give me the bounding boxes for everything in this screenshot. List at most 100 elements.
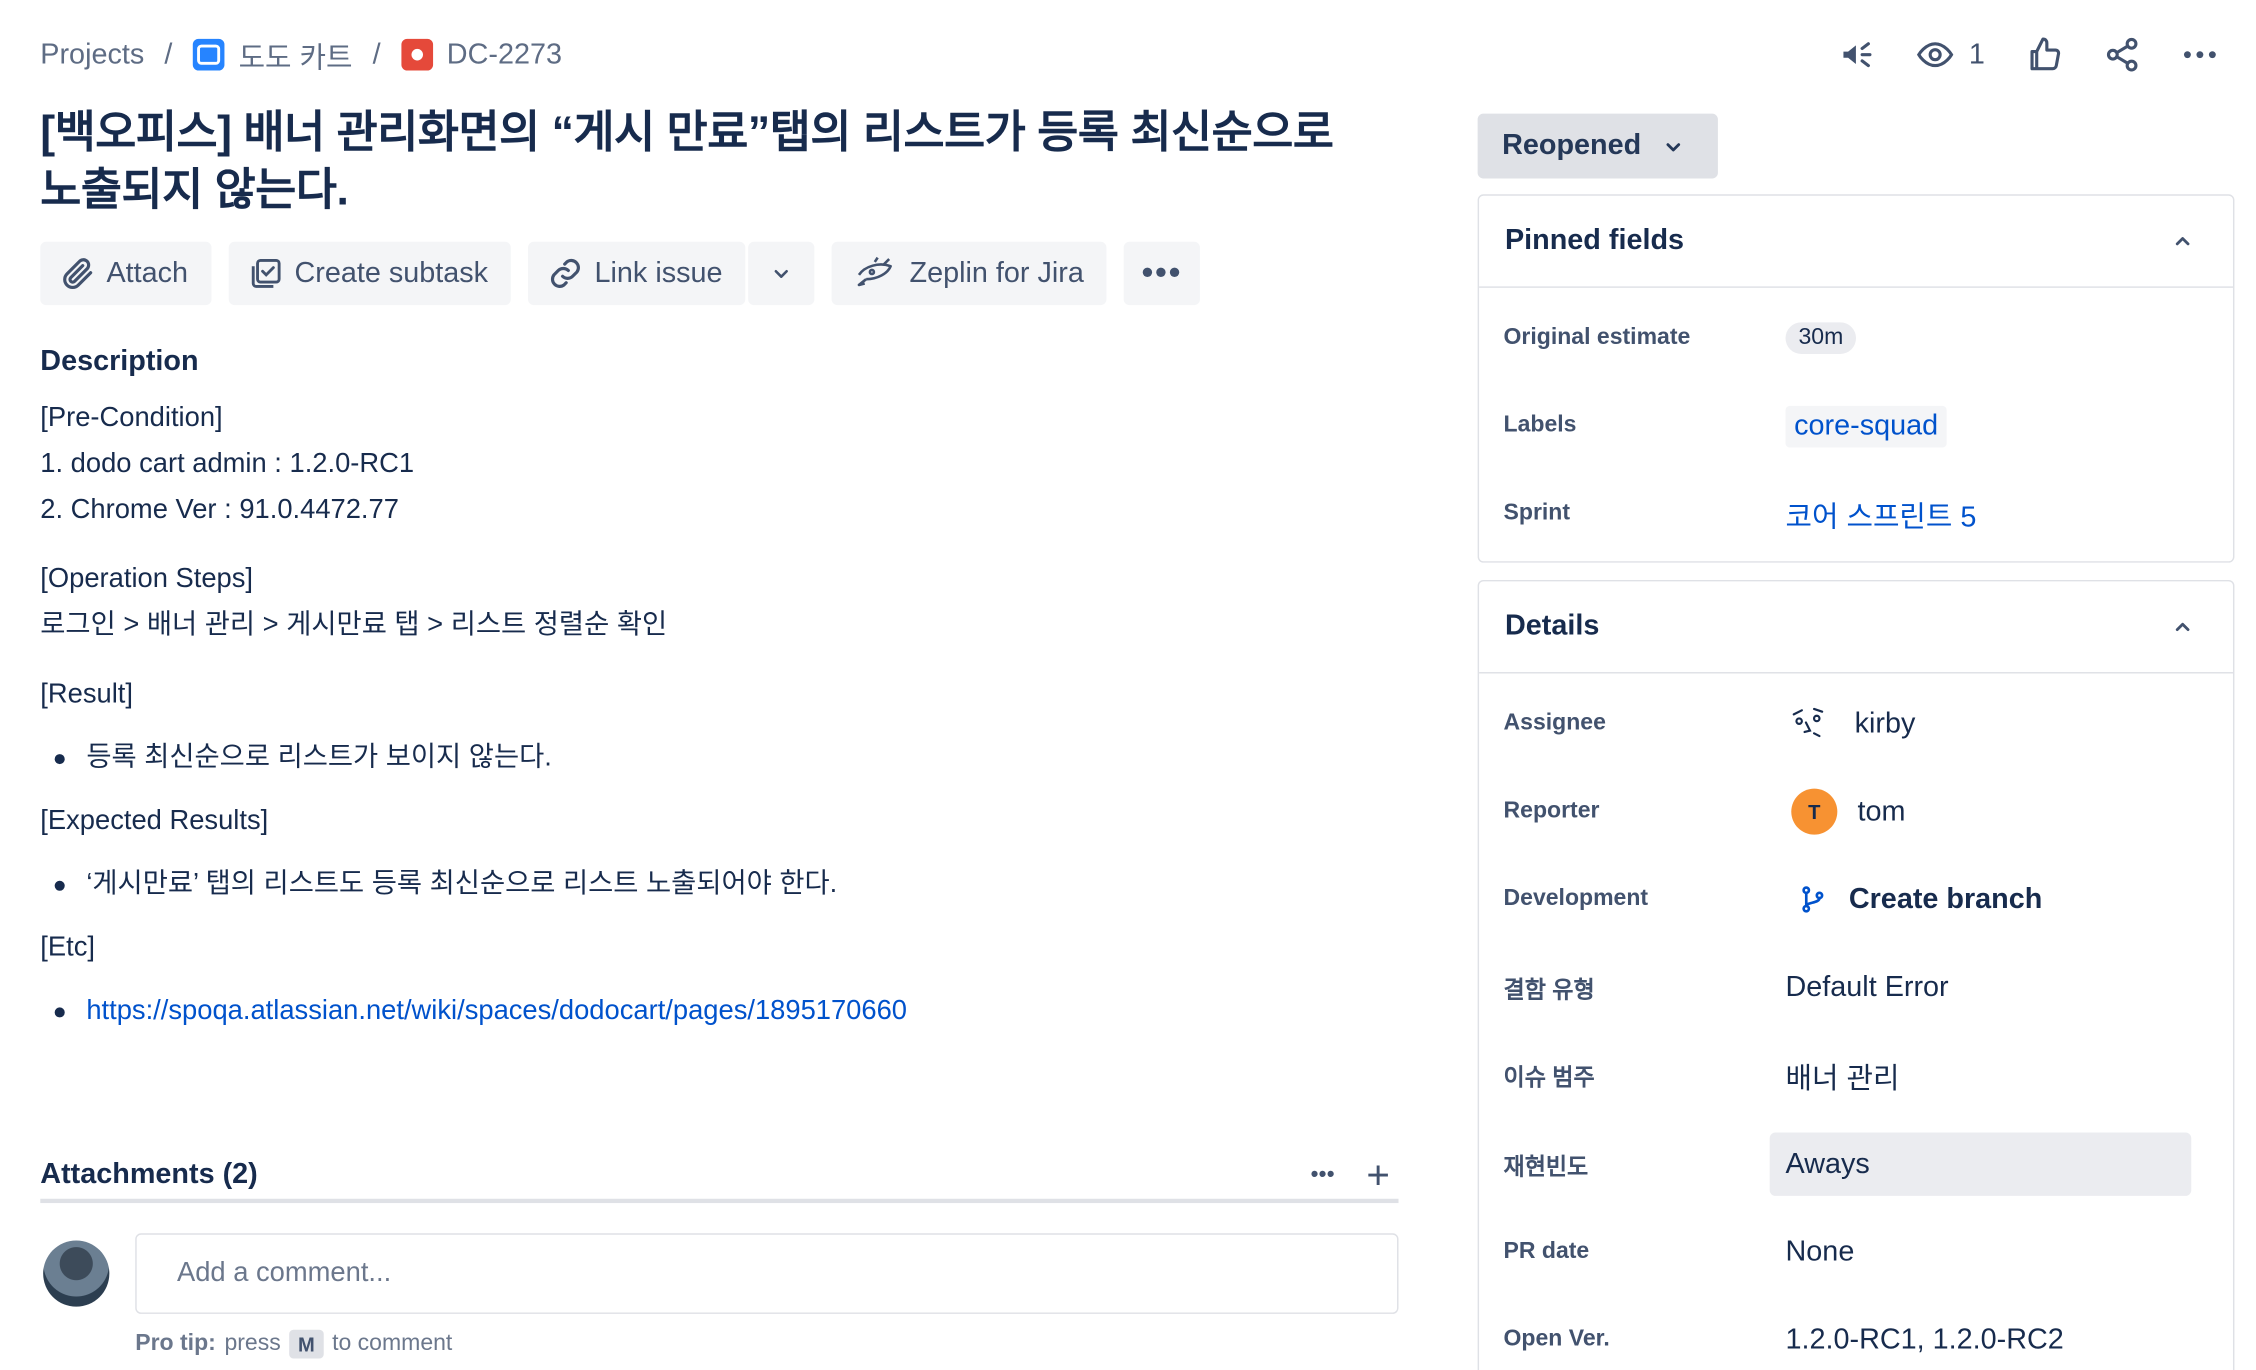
issue-title[interactable]: [백오피스] 배너 관리화면의 “게시 만료”탭의 리스트가 등록 최신순으로 … [40,104,1378,219]
status-label: Reopened [1502,129,1642,162]
pre-condition-line-2: 2. Chrome Ver : 91.0.4472.77 [40,495,399,526]
pinned-fields-header[interactable]: Pinned fields [1479,196,2233,288]
field-label: Sprint [1503,500,1571,526]
field-pr-date: PR date None [1504,1220,2209,1283]
attachments-actions: ••• + [1310,1152,1389,1198]
details-heading: Details [1504,610,1600,642]
pro-tip: Pro tip: press M to comment [135,1329,453,1359]
link-icon [551,258,581,288]
description-section: Description [Pre-Condition] 1. dodo cart… [40,345,1392,1052]
operation-steps-text: 로그인 > 배너 관리 > 게시만료 탭 > 리스트 정렬순 확인 [40,610,668,641]
toolbar-more-button[interactable]: ••• [1124,241,1200,306]
vote-button[interactable] [2006,29,2084,81]
feedback-button[interactable] [1819,29,1897,81]
field-label: Labels [1503,413,1577,438]
create-branch-link[interactable]: Create branch [1786,883,2042,916]
share-button[interactable] [2083,29,2161,81]
reporter-value[interactable]: T tom [1786,788,1906,835]
comment-input[interactable]: Add a comment... [135,1233,1399,1314]
pro-tip-press: press [224,1331,281,1356]
thumbs-up-icon [2030,37,2061,71]
result-heading: [Result] [40,679,133,710]
etc-heading: [Etc] [40,932,95,963]
subtask-icon [251,259,281,288]
attachments-add-button[interactable]: + [1366,1152,1390,1198]
branch-icon [1802,886,1824,913]
chevron-down-icon [774,269,789,278]
sprint-link[interactable]: 코어 스프린트 5 [1786,493,1977,535]
watch-button[interactable]: 1 [1896,29,2005,81]
chevron-up-icon [2175,236,2190,245]
field-label: Original estimate [1503,325,1691,350]
operation-steps-heading: [Operation Steps] [40,564,254,595]
pro-tip-label: Pro tip: [135,1331,216,1356]
pro-tip-suffix: to comment [332,1331,453,1356]
field-defect-type: 결함 유형 Default Error [1504,956,2209,1019]
label-chip[interactable]: core-squad [1785,405,1947,447]
create-subtask-button[interactable]: Create subtask [228,241,512,306]
field-issue-category: 이슈 범주 배너 관리 [1504,1043,2209,1106]
field-sprint: Sprint 코어 스프린트 5 [1504,482,2209,545]
result-list: 등록 최신순으로 리스트가 보이지 않는다. [40,738,1392,778]
field-open-ver: Open Ver. 1.2.0-RC1, 1.2.0-RC2 [1504,1308,2209,1370]
field-label: Reporter [1503,798,1600,824]
breadcrumb-separator: / [164,38,173,70]
attachments-more-button[interactable]: ••• [1310,1162,1334,1188]
create-subtask-label: Create subtask [294,256,489,289]
breadcrumb-project[interactable]: 도도 카트 [239,34,353,76]
reporter-name: tom [1857,795,1906,827]
field-label: 이슈 범주 [1503,1066,1595,1091]
project-icon [192,38,225,71]
result-item: 등록 최신순으로 리스트가 보이지 않는다. [54,738,1393,778]
link-issue-dropdown[interactable] [748,241,815,306]
paperclip-icon [63,258,93,289]
expected-results-heading: [Expected Results] [40,805,269,837]
etc-list: https://spoqa.atlassian.net/wiki/spaces/… [40,992,1392,1032]
link-issue-label: Link issue [594,256,723,289]
etc-item: https://spoqa.atlassian.net/wiki/spaces/… [54,992,1393,1032]
field-label: Open Ver. [1503,1326,1610,1352]
status-dropdown[interactable]: Reopened [1477,113,1718,179]
description-heading: Description [40,345,199,378]
breadcrumb-issue-key[interactable]: DC-2273 [447,38,562,71]
field-labels: Labels core-squad [1504,394,2209,457]
pre-condition-heading: [Pre-Condition] [40,402,223,434]
breadcrumb: Projects / 도도 카트 / DC-2273 [40,35,562,75]
pr-date-value[interactable]: None [1786,1235,1855,1268]
field-label: Assignee [1503,710,1606,736]
field-label: PR date [1503,1239,1590,1264]
chevron-down-icon [1666,142,1681,151]
open-ver-value[interactable]: 1.2.0-RC1, 1.2.0-RC2 [1786,1323,2064,1356]
link-issue-button[interactable]: Link issue [528,241,746,306]
issue-category-value[interactable]: 배너 관리 [1786,1054,1900,1096]
attach-label: Attach [106,256,189,289]
doodle-face-icon [1792,707,1824,738]
field-assignee: Assignee kirby [1504,692,2209,755]
attachments-header: Attachments (2) ••• + [40,1151,1399,1204]
field-label: 재현빈도 [1503,1155,1589,1181]
issue-actions: 1 [1819,29,2239,81]
pinned-fields-heading: Pinned fields [1504,224,1685,257]
eye-icon [1917,42,1954,68]
attachments-label[interactable]: Attachments (2) [40,1158,257,1191]
breadcrumb-projects[interactable]: Projects [40,38,144,71]
current-user-avatar [43,1240,110,1307]
confluence-link[interactable]: https://spoqa.atlassian.net/wiki/spaces/… [86,996,907,1026]
original-estimate-value[interactable]: 30m [1785,322,1857,355]
field-development: Development Create branch [1504,868,2209,931]
comment-placeholder: Add a comment... [176,1257,392,1288]
assignee-avatar [1786,699,1835,748]
more-actions-button[interactable] [2161,29,2239,81]
issue-toolbar: Attach Create subtask Link issue Zeplin … [40,241,1200,306]
link-issue-split: Link issue [528,241,815,306]
zeplin-icon [857,256,893,287]
bug-icon [400,38,433,71]
reproducibility-value[interactable]: Aways [1786,1148,1870,1181]
expected-item: ‘게시만료’ 탭의 리스트도 등록 최신순으로 리스트 노출되어야 한다. [54,865,1393,905]
zeplin-button[interactable]: Zeplin for Jira [831,241,1107,306]
defect-type-value[interactable]: Default Error [1786,971,1949,1004]
details-header[interactable]: Details [1479,581,2233,674]
attach-button[interactable]: Attach [40,241,212,306]
assignee-value[interactable]: kirby [1786,699,1915,748]
more-icon [2183,51,2216,59]
